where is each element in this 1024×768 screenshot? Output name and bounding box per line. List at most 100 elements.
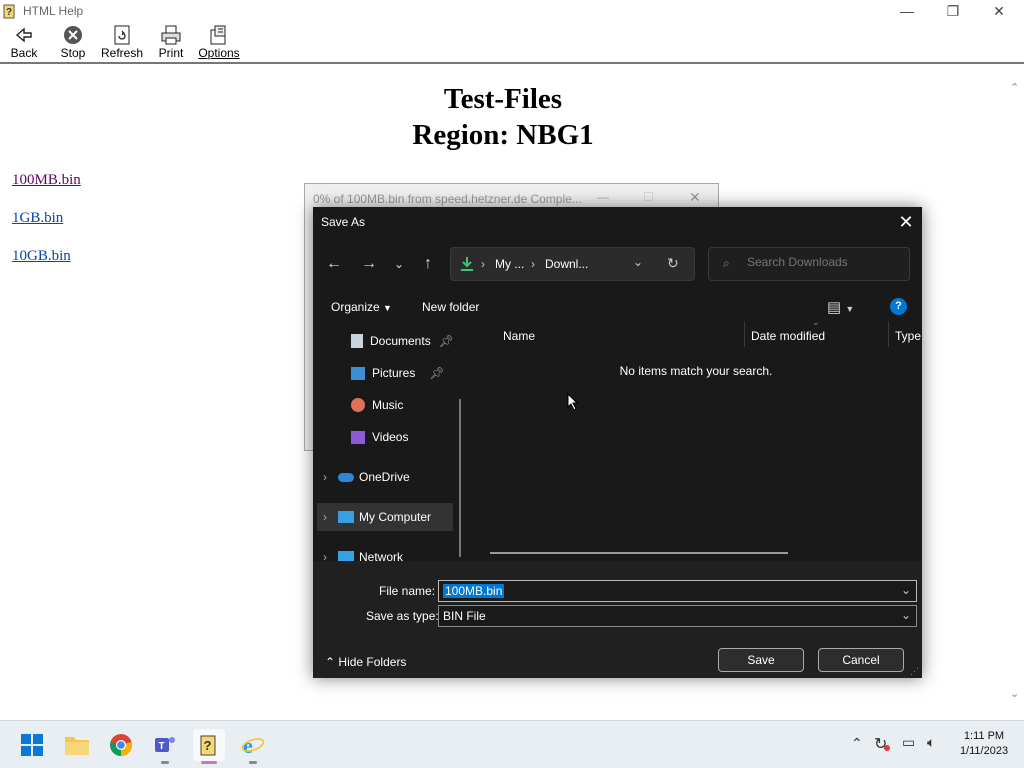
view-options-button[interactable]: ▤ ▼ bbox=[827, 298, 854, 316]
nav-item-music[interactable]: Music bbox=[351, 393, 403, 417]
nav-item-my-computer[interactable]: › My Computer bbox=[317, 503, 453, 531]
close-icon: ✕ bbox=[993, 2, 1005, 19]
print-button[interactable]: Print bbox=[156, 24, 186, 62]
new-folder-button[interactable]: New folder bbox=[422, 300, 479, 314]
nav-item-label: Network bbox=[359, 550, 404, 561]
help-app-icon: ? bbox=[3, 3, 19, 19]
back-button[interactable]: Back bbox=[8, 24, 40, 62]
close-button[interactable]: ✕ bbox=[976, 0, 1022, 22]
scroll-up-icon[interactable]: ⌃ bbox=[1010, 81, 1019, 94]
start-button[interactable] bbox=[16, 729, 48, 761]
teams-button[interactable]: T bbox=[149, 729, 181, 761]
dialog-close-button[interactable]: ✕ bbox=[893, 210, 919, 234]
column-header-type[interactable]: Type bbox=[895, 329, 921, 343]
scroll-down-icon[interactable]: ⌄ bbox=[1010, 687, 1019, 700]
alert-badge bbox=[884, 745, 890, 751]
nav-item-videos[interactable]: Videos bbox=[351, 425, 408, 449]
folder-icon bbox=[65, 737, 89, 755]
title-bar: ? HTML Help — ❐ ✕ bbox=[0, 0, 1024, 22]
breadcrumb-segment-1[interactable]: My ... bbox=[495, 257, 524, 271]
nav-item-label: Music bbox=[372, 398, 404, 412]
chrome-icon bbox=[110, 734, 132, 756]
breadcrumb-separator-icon: › bbox=[531, 257, 535, 271]
chevron-down-icon[interactable]: ⌄ bbox=[901, 583, 911, 597]
nav-item-label: OneDrive bbox=[359, 470, 410, 484]
hide-folders-button[interactable]: ⌃ Hide Folders bbox=[325, 655, 406, 669]
progress-close-icon[interactable]: ✕ bbox=[689, 189, 701, 206]
sync-icon[interactable]: ↻ bbox=[874, 734, 887, 754]
nav-item-pictures[interactable]: Pictures 📌︎ bbox=[351, 361, 445, 385]
save-button[interactable]: Save bbox=[718, 648, 804, 672]
save-button-label: Save bbox=[747, 653, 775, 667]
address-dropdown-icon[interactable]: ⌄ bbox=[633, 255, 643, 269]
column-header-date-modified[interactable]: Date modified bbox=[751, 329, 825, 343]
file-name-field[interactable]: 100MB.bin ⌄ bbox=[438, 580, 917, 602]
network-status-icon[interactable]: ▭ bbox=[902, 734, 915, 751]
breadcrumb-segment-2[interactable]: Downl... bbox=[545, 257, 588, 271]
show-hidden-icons-button[interactable]: ⌃ bbox=[851, 735, 863, 752]
column-divider[interactable] bbox=[888, 321, 889, 347]
help-icon[interactable]: ? bbox=[890, 298, 907, 315]
refresh-icon[interactable]: ↻ bbox=[667, 255, 679, 272]
internet-explorer-button[interactable]: e bbox=[237, 729, 269, 761]
arrow-left-icon: ← bbox=[326, 255, 342, 272]
svg-text:T: T bbox=[159, 741, 165, 752]
nav-item-label: My Computer bbox=[359, 510, 432, 524]
up-nav-button[interactable]: ↑ bbox=[418, 254, 438, 274]
file-name-value[interactable]: 100MB.bin bbox=[443, 584, 505, 598]
caret-down-icon: ▼ bbox=[383, 303, 392, 313]
search-input[interactable] bbox=[747, 255, 897, 269]
print-label: Print bbox=[158, 46, 184, 60]
options-button[interactable]: Options bbox=[198, 24, 240, 62]
caret-down-icon: ▼ bbox=[845, 304, 855, 314]
column-divider[interactable] bbox=[744, 321, 745, 347]
nav-item-label: Documents bbox=[370, 334, 431, 348]
dialog-footer: File name: 100MB.bin ⌄ Save as type: BIN… bbox=[313, 561, 922, 678]
empty-state-message: No items match your search. bbox=[619, 364, 773, 378]
svg-text:?: ? bbox=[6, 7, 12, 18]
progress-maximize-icon[interactable]: ☐ bbox=[643, 190, 654, 204]
html-help-button[interactable]: ? bbox=[193, 729, 225, 761]
stop-button[interactable]: Stop bbox=[56, 24, 90, 62]
search-box[interactable]: ⌕ bbox=[708, 247, 910, 281]
clock-date: 1/11/2023 bbox=[959, 745, 1009, 757]
file-link-1gb[interactable]: 1GB.bin bbox=[12, 210, 63, 227]
organize-button[interactable]: Organize ▼ bbox=[331, 300, 392, 314]
search-icon: ⌕ bbox=[723, 256, 730, 270]
svg-text:?: ? bbox=[204, 738, 212, 753]
hide-folders-label: Hide Folders bbox=[338, 655, 407, 669]
address-bar[interactable]: › My ... › Downl... ⌄ ↻ bbox=[450, 247, 695, 281]
clock[interactable]: 1:11 PM 1/11/2023 bbox=[952, 729, 1016, 759]
help-toolbar: Back Stop Refresh Print Options bbox=[0, 22, 1024, 64]
volume-icon[interactable]: 🔈︎ bbox=[927, 734, 935, 751]
back-nav-button[interactable]: ← bbox=[324, 254, 344, 274]
column-header-name[interactable]: Name bbox=[503, 329, 535, 343]
chrome-button[interactable] bbox=[105, 729, 137, 761]
maximize-button[interactable]: ❐ bbox=[930, 0, 976, 22]
file-link-10gb[interactable]: 10GB.bin bbox=[12, 248, 71, 265]
mouse-cursor-icon bbox=[567, 393, 579, 411]
nav-item-network[interactable]: › Network bbox=[323, 545, 403, 561]
file-list: Name ⌄ Date modified Type No items match… bbox=[470, 317, 922, 561]
recent-locations-button[interactable]: ⌄ bbox=[389, 254, 409, 274]
refresh-button[interactable]: Refresh bbox=[100, 24, 144, 62]
content-scrollbar[interactable]: ⌃ ⌄ bbox=[1006, 65, 1024, 719]
save-as-type-value: BIN File bbox=[443, 609, 486, 623]
minimize-button[interactable]: — bbox=[884, 0, 930, 22]
file-link-100mb[interactable]: 100MB.bin bbox=[12, 172, 81, 189]
chevron-down-icon: ⌄ bbox=[901, 608, 912, 622]
nav-pane-scrollbar-thumb[interactable] bbox=[459, 399, 461, 557]
cancel-button[interactable]: Cancel bbox=[818, 648, 904, 672]
pin-icon: 📌︎ bbox=[438, 334, 454, 348]
progress-minimize-icon[interactable]: — bbox=[597, 190, 609, 204]
page-title-line1: Test-Files bbox=[443, 83, 563, 115]
file-explorer-button[interactable] bbox=[61, 729, 93, 761]
nav-item-onedrive[interactable]: › OneDrive bbox=[323, 465, 410, 489]
horizontal-scrollbar-thumb[interactable] bbox=[490, 552, 788, 554]
breadcrumb-separator-icon: › bbox=[481, 257, 485, 271]
nav-item-documents[interactable]: Documents 📌︎ bbox=[351, 329, 454, 353]
forward-nav-button[interactable]: → bbox=[359, 254, 379, 274]
nav-item-label: Videos bbox=[372, 430, 409, 444]
resize-grip-icon[interactable]: ⋰ bbox=[910, 666, 919, 677]
save-as-type-select[interactable]: BIN File ⌄ bbox=[438, 605, 917, 627]
